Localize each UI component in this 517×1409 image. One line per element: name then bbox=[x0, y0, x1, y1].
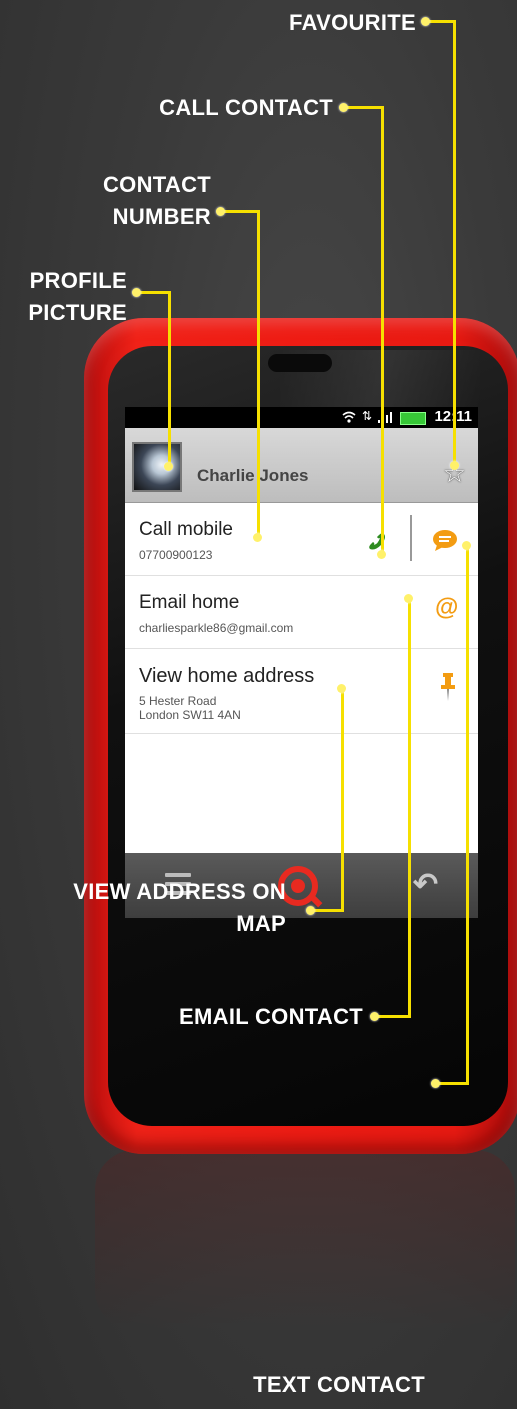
contact-number-leader-start bbox=[216, 207, 225, 216]
contact-number-leader bbox=[222, 210, 260, 213]
view-address-leader-start bbox=[337, 684, 346, 693]
at-icon[interactable]: @ bbox=[435, 594, 458, 622]
view-address-leader bbox=[312, 909, 344, 912]
view-address-row[interactable]: View home address 5 Hester Road London S… bbox=[125, 649, 478, 734]
call-contact-leader-v bbox=[381, 106, 384, 552]
earpiece-speaker bbox=[268, 354, 332, 372]
status-bar: ⇅ 12:11 bbox=[125, 407, 478, 428]
email-contact-callout: EMAIL CONTACT bbox=[179, 1001, 363, 1033]
call-contact-label: CALL CONTACT bbox=[159, 95, 333, 120]
email-address: charliesparkle86@gmail.com bbox=[139, 621, 294, 635]
call-mobile-title: Call mobile bbox=[139, 519, 233, 540]
favourite-leader bbox=[427, 20, 455, 23]
profile-picture-callout: PROFILE PICTURE bbox=[28, 265, 127, 329]
text-contact-leader bbox=[437, 1082, 469, 1085]
avatar[interactable] bbox=[132, 442, 182, 492]
contact-number-callout: CONTACT NUMBER bbox=[103, 169, 211, 233]
favourite-label: FAVOURITE bbox=[289, 10, 416, 35]
contact-name: Charlie Jones bbox=[197, 466, 309, 485]
view-address-callout: VIEW ADDRESS ON MAP bbox=[73, 876, 286, 940]
email-contact-leader-end bbox=[370, 1012, 379, 1021]
view-address-label-1: VIEW ADDRESS ON bbox=[73, 879, 286, 904]
address-line-2: London SW11 4AN bbox=[139, 708, 241, 722]
call-contact-leader-end bbox=[377, 550, 386, 559]
data-icon: ⇅ bbox=[361, 409, 372, 423]
address-line-1: 5 Hester Road bbox=[139, 694, 217, 708]
phone-screen: ⇅ 12:11 Charlie Jones ☆ Call mobile 0770… bbox=[125, 407, 478, 853]
battery-icon bbox=[400, 412, 426, 425]
signal-icon bbox=[376, 407, 398, 428]
phone-reflection bbox=[95, 1150, 515, 1330]
text-contact-callout: TEXT CONTACT bbox=[253, 1369, 425, 1401]
call-contact-leader bbox=[345, 106, 383, 109]
text-contact-leader-v bbox=[466, 545, 469, 1085]
profile-picture-leader-end bbox=[164, 462, 173, 471]
contact-number: 07700900123 bbox=[139, 548, 213, 562]
text-contact-leader-start bbox=[462, 541, 471, 550]
profile-picture-leader-v bbox=[168, 291, 171, 466]
profile-picture-leader bbox=[138, 291, 170, 294]
phone-icon[interactable] bbox=[365, 529, 389, 553]
favourite-leader-start bbox=[421, 17, 430, 26]
call-contact-callout: CALL CONTACT bbox=[159, 92, 333, 124]
view-address-label-2: MAP bbox=[236, 911, 286, 936]
call-mobile-row[interactable]: Call mobile 07700900123 bbox=[125, 503, 478, 576]
email-home-row[interactable]: Email home charliesparkle86@gmail.com @ bbox=[125, 576, 478, 649]
profile-picture-leader-start bbox=[132, 288, 141, 297]
email-contact-label: EMAIL CONTACT bbox=[179, 1004, 363, 1029]
profile-picture-label-1: PROFILE bbox=[29, 268, 127, 293]
email-contact-leader-v bbox=[408, 597, 411, 1018]
view-address-leader-end bbox=[306, 906, 315, 915]
favourite-leader-v bbox=[453, 20, 456, 464]
email-home-title: Email home bbox=[139, 592, 240, 613]
contact-header: Charlie Jones ☆ bbox=[125, 428, 478, 503]
back-icon[interactable]: ↶ bbox=[413, 867, 438, 902]
text-contact-label: TEXT CONTACT bbox=[253, 1372, 425, 1397]
message-icon[interactable] bbox=[431, 529, 459, 553]
view-address-leader-v bbox=[341, 688, 344, 912]
favourite-leader-end bbox=[450, 461, 459, 470]
email-contact-leader bbox=[376, 1015, 411, 1018]
call-contact-leader-start bbox=[339, 103, 348, 112]
contact-number-label-2: NUMBER bbox=[112, 204, 211, 229]
contact-number-label-1: CONTACT bbox=[102, 172, 211, 197]
wifi-icon bbox=[342, 411, 356, 423]
contact-number-leader-end bbox=[253, 533, 262, 542]
text-contact-leader-end bbox=[431, 1079, 440, 1088]
favourite-callout: FAVOURITE bbox=[289, 7, 416, 39]
row-divider bbox=[410, 515, 412, 561]
email-contact-leader-start bbox=[404, 594, 413, 603]
contact-number-leader-v bbox=[257, 210, 260, 536]
profile-picture-label-2: PICTURE bbox=[28, 300, 127, 325]
view-address-title: View home address bbox=[139, 665, 315, 687]
pin-icon[interactable] bbox=[441, 673, 455, 703]
